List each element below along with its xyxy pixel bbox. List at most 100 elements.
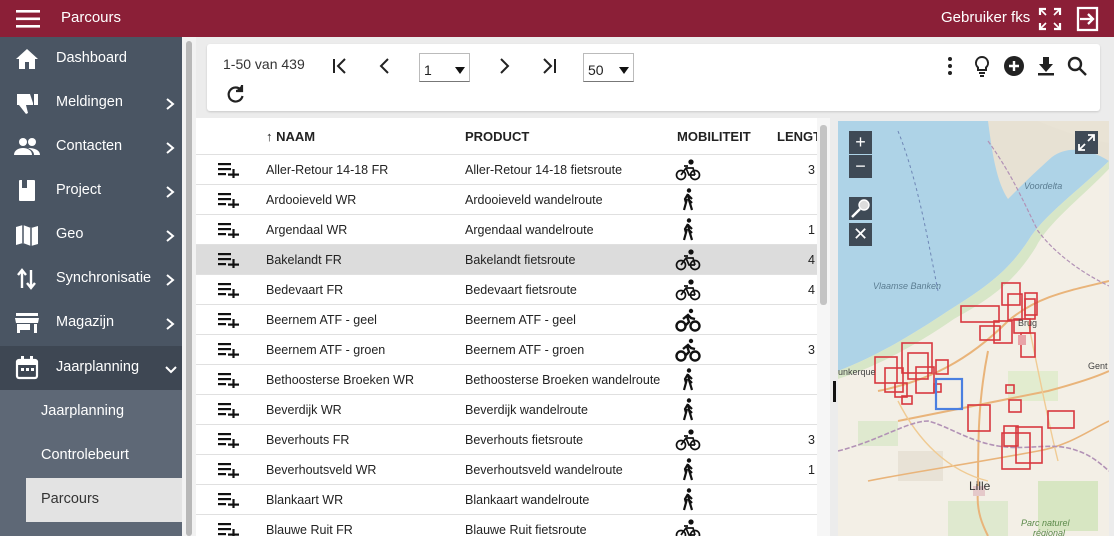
- cell-naam: Bakelandt FR: [266, 253, 342, 267]
- next-page-icon[interactable]: [493, 55, 515, 77]
- playlist-add-icon[interactable]: [218, 312, 240, 330]
- playlist-add-icon[interactable]: [218, 372, 240, 390]
- cell-lengte: 3: [808, 343, 815, 357]
- sidebar-subitem-parcours[interactable]: Parcours: [26, 478, 182, 522]
- sidebar-item-jaarplanning[interactable]: Jaarplanning: [0, 346, 182, 390]
- zoom-out-button[interactable]: −: [849, 155, 872, 178]
- sidebar-item-dashboard[interactable]: Dashboard: [0, 37, 182, 81]
- table-row[interactable]: Bakelandt FR Bakelandt fietsroute 4: [196, 244, 817, 274]
- playlist-add-icon[interactable]: [218, 432, 240, 450]
- sidebar-subitem-controlebeurt[interactable]: Controlebeurt: [0, 434, 182, 478]
- table-row[interactable]: Beverdijk WR Beverdijk wandelroute: [196, 394, 817, 424]
- playlist-add-icon[interactable]: [218, 252, 240, 270]
- lightbulb-icon[interactable]: [971, 55, 993, 77]
- thumbs-down-icon: [13, 90, 41, 116]
- sidebar-item-synchronisatie[interactable]: Synchronisatie: [0, 257, 182, 301]
- playlist-add-icon[interactable]: [218, 162, 240, 180]
- cell-product: Beverhouts fietsroute: [465, 433, 584, 447]
- sidebar-subitem-jaarplanning[interactable]: Jaarplanning: [0, 390, 182, 434]
- parcours-table: ↑ NAAM PRODUCT MOBILITEIT LENGT Aller-Re…: [196, 118, 817, 536]
- sidebar-item-label: Contacten: [56, 138, 123, 154]
- table-row[interactable]: Ardooieveld WR Ardooieveld wandelroute: [196, 184, 817, 214]
- fullscreen-icon[interactable]: [1037, 6, 1063, 32]
- table-row[interactable]: Argendaal WR Argendaal wandelroute 1: [196, 214, 817, 244]
- table-row[interactable]: Bethoosterse Broeken WR Bethoosterse Broe…: [196, 364, 817, 394]
- map-label-vlaamse-banken: Vlaamse Banken: [873, 281, 942, 291]
- zoom-in-button[interactable]: +: [849, 131, 872, 154]
- table-row[interactable]: Beverhouts FR Beverhouts fietsroute 3: [196, 424, 817, 454]
- scrollbar-thumb[interactable]: [820, 125, 827, 305]
- user-name: Gebruiker fks: [941, 9, 1031, 26]
- sidebar-item-label: Jaarplanning: [56, 359, 140, 375]
- logout-icon[interactable]: [1074, 5, 1102, 33]
- first-page-icon[interactable]: [329, 55, 351, 77]
- sidebar-item-contacten[interactable]: Contacten: [0, 125, 182, 169]
- table-row[interactable]: Bedevaart FR Bedevaart fietsroute 4: [196, 274, 817, 304]
- table-scrollbar[interactable]: [817, 118, 830, 536]
- sidebar-item-label: Synchronisatie: [56, 270, 152, 286]
- table-row[interactable]: Beernem ATF - groen Beernem ATF - groen 3: [196, 334, 817, 364]
- table-row[interactable]: Beverhoutsveld WR Beverhoutsveld wandelro…: [196, 454, 817, 484]
- bicycle-icon: [675, 247, 701, 273]
- playlist-add-icon[interactable]: [218, 282, 240, 300]
- scrollbar-thumb[interactable]: [186, 41, 192, 536]
- column-header-mobiliteit[interactable]: MOBILITEIT: [677, 129, 751, 144]
- chevron-right-icon: [165, 97, 175, 110]
- clear-selection-button[interactable]: ✕: [849, 223, 872, 246]
- walking-icon: [675, 397, 701, 423]
- map-fullscreen-icon[interactable]: [1075, 131, 1098, 154]
- sidebar-subitem-label: Jaarplanning: [41, 403, 125, 419]
- cell-product: Argendaal wandelroute: [465, 223, 594, 237]
- column-header-naam[interactable]: ↑ NAAM: [266, 129, 315, 144]
- search-icon[interactable]: [1066, 55, 1088, 77]
- table-row[interactable]: Aller-Retour 14-18 FR Aller-Retour 14-18 …: [196, 154, 817, 184]
- table-row[interactable]: Blankaart WR Blankaart wandelroute: [196, 484, 817, 514]
- zoom-box-icon[interactable]: [849, 197, 872, 220]
- download-icon[interactable]: [1035, 55, 1057, 77]
- previous-page-icon[interactable]: [374, 55, 396, 77]
- playlist-add-icon[interactable]: [218, 492, 240, 510]
- cell-naam: Beernem ATF - geel: [266, 313, 377, 327]
- chevron-right-icon: [165, 273, 175, 286]
- last-page-icon[interactable]: [538, 55, 560, 77]
- page-size-value: 50: [588, 62, 604, 78]
- table-row[interactable]: Blauwe Ruit FR Blauwe Ruit fietsroute: [196, 514, 817, 536]
- cell-product: Beverhoutsveld wandelroute: [465, 463, 623, 477]
- sidebar-item-project[interactable]: Project: [0, 169, 182, 213]
- cell-product: Blauwe Ruit fietsroute: [465, 523, 587, 536]
- column-header-product[interactable]: PRODUCT: [465, 129, 529, 144]
- cell-product: Bakelandt fietsroute: [465, 253, 576, 267]
- column-header-lengte[interactable]: LENGT: [777, 129, 817, 144]
- bicycle-icon: [675, 427, 701, 453]
- table-row[interactable]: Beernem ATF - geel Beernem ATF - geel: [196, 304, 817, 334]
- more-vert-icon[interactable]: [939, 55, 961, 77]
- playlist-add-icon[interactable]: [218, 522, 240, 536]
- cell-product: Beverdijk wandelroute: [465, 403, 588, 417]
- playlist-add-icon[interactable]: [218, 462, 240, 480]
- sync-arrows-icon: [13, 266, 41, 292]
- sidebar-item-geo[interactable]: Geo: [0, 213, 182, 257]
- cell-naam: Ardooieveld WR: [266, 193, 357, 207]
- add-circle-icon[interactable]: [1003, 55, 1025, 77]
- playlist-add-icon[interactable]: [218, 192, 240, 210]
- sidebar-item-label: Meldingen: [56, 94, 123, 110]
- map-canvas: [838, 121, 1109, 536]
- sidebar-item-label: Project: [56, 182, 102, 198]
- playlist-add-icon[interactable]: [218, 222, 240, 240]
- book-icon: [13, 178, 41, 204]
- cell-naam: Beverhouts FR: [266, 433, 350, 447]
- cell-product: Ardooieveld wandelroute: [465, 193, 603, 207]
- sidebar-item-meldingen[interactable]: Meldingen: [0, 81, 182, 125]
- playlist-add-icon[interactable]: [218, 342, 240, 360]
- cell-product: Beernem ATF - geel: [465, 313, 576, 327]
- page-number-select[interactable]: 1: [419, 53, 470, 82]
- hamburger-menu-icon[interactable]: [16, 9, 42, 29]
- cell-lengte: 3: [808, 163, 815, 177]
- sidebar-item-magazijn[interactable]: Magazijn: [0, 301, 182, 345]
- sidebar-scrollbar[interactable]: [182, 37, 196, 536]
- playlist-add-icon[interactable]: [218, 402, 240, 420]
- panel-splitter-handle[interactable]: [833, 381, 836, 402]
- refresh-icon[interactable]: [224, 83, 246, 105]
- page-size-select[interactable]: 50: [583, 53, 634, 82]
- map-view[interactable]: Voordelta Vlaamse Banken Brug unkerque G…: [838, 121, 1109, 536]
